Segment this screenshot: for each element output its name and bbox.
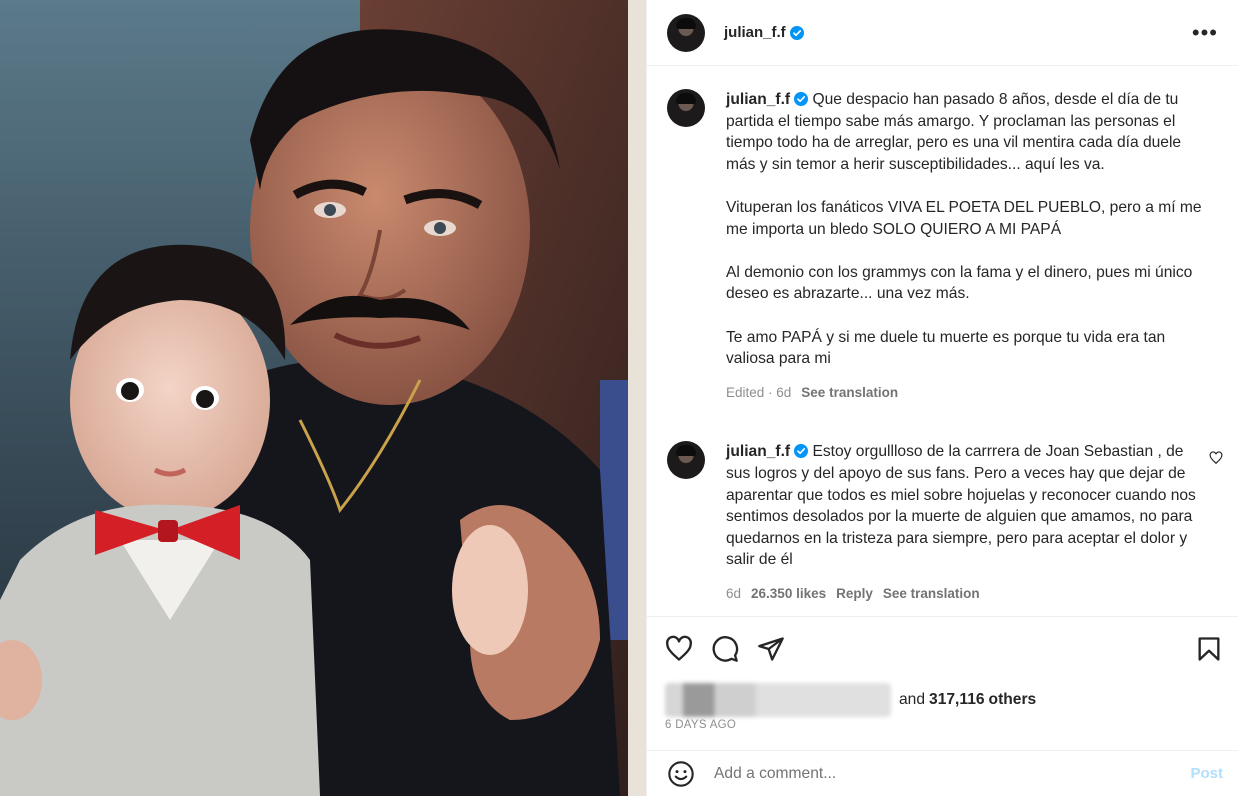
post-date[interactable]: 6 DAYS AGO (665, 719, 1223, 731)
comment-avatar[interactable] (667, 441, 705, 480)
caption: julian_f.f Que despacio han pasado 8 año… (667, 89, 1223, 403)
verified-badge-icon (794, 444, 809, 459)
comments-section[interactable]: julian_f.f Que despacio han pasado 8 año… (647, 67, 1238, 615)
caption-text-block: julian_f.f Que despacio han pasado 8 año… (726, 89, 1206, 370)
comment-username[interactable]: julian_f.f (726, 443, 790, 460)
post-comment-button[interactable]: Post (1190, 765, 1223, 782)
comment-heart-icon[interactable] (1209, 451, 1223, 465)
post-header: julian_f.f ••• (647, 0, 1238, 66)
likes-summary[interactable]: and 317,116 others (665, 683, 1223, 717)
caption-text: Que despacio han pasado 8 años, desde el… (726, 91, 1202, 368)
verified-badge-icon (789, 25, 804, 40)
comment-meta: 6d 26.350 likes Reply See translation (726, 583, 1206, 605)
post-photo (0, 0, 646, 796)
caption-avatar[interactable] (667, 89, 705, 127)
comment-icon[interactable] (711, 635, 739, 663)
comment-see-translation-link[interactable]: See translation (883, 583, 980, 605)
comment-text: Estoy orgullloso de la carrrera de Joan … (726, 443, 1201, 569)
verified-badge-icon (794, 92, 809, 106)
caption-meta: Edited · 6d See translation (726, 382, 1206, 404)
author-avatar[interactable] (667, 13, 705, 52)
caption-edited-time: Edited · 6d (726, 384, 792, 400)
blurred-liker-names (665, 683, 891, 717)
heart-icon[interactable] (665, 635, 693, 663)
comment-likes-count[interactable]: 26.350 likes (751, 583, 826, 605)
author-username[interactable]: julian_f.f (724, 24, 786, 41)
comment-text-block: julian_f.f Estoy orgullloso de la carrre… (726, 441, 1206, 571)
likes-count[interactable]: 317,116 (929, 691, 985, 709)
photo-illustration (0, 0, 646, 796)
caption-body: julian_f.f Que despacio han pasado 8 año… (726, 89, 1206, 403)
comment-time: 6d (726, 585, 742, 601)
more-options-button[interactable]: ••• (1188, 18, 1222, 48)
comment-item: julian_f.f Estoy orgullloso de la carrre… (667, 441, 1223, 604)
caption-see-translation-link[interactable]: See translation (801, 382, 898, 404)
post-details-panel: julian_f.f ••• julian_f.f Que despacio h… (646, 0, 1238, 796)
likes-suffix[interactable]: others (989, 691, 1037, 709)
bookmark-icon[interactable] (1195, 635, 1223, 663)
comment-composer: Post (647, 750, 1238, 796)
caption-username[interactable]: julian_f.f (726, 91, 790, 108)
comment-reply-button[interactable]: Reply (836, 583, 873, 605)
comment-body: julian_f.f Estoy orgullloso de la carrre… (726, 441, 1206, 604)
post-actions: and 317,116 others 6 DAYS AGO (647, 616, 1238, 731)
action-bar (665, 633, 1223, 665)
share-icon[interactable] (757, 635, 785, 663)
likes-prefix: and (899, 691, 926, 708)
emoji-icon[interactable] (667, 760, 695, 788)
comment-input[interactable] (714, 764, 1191, 783)
